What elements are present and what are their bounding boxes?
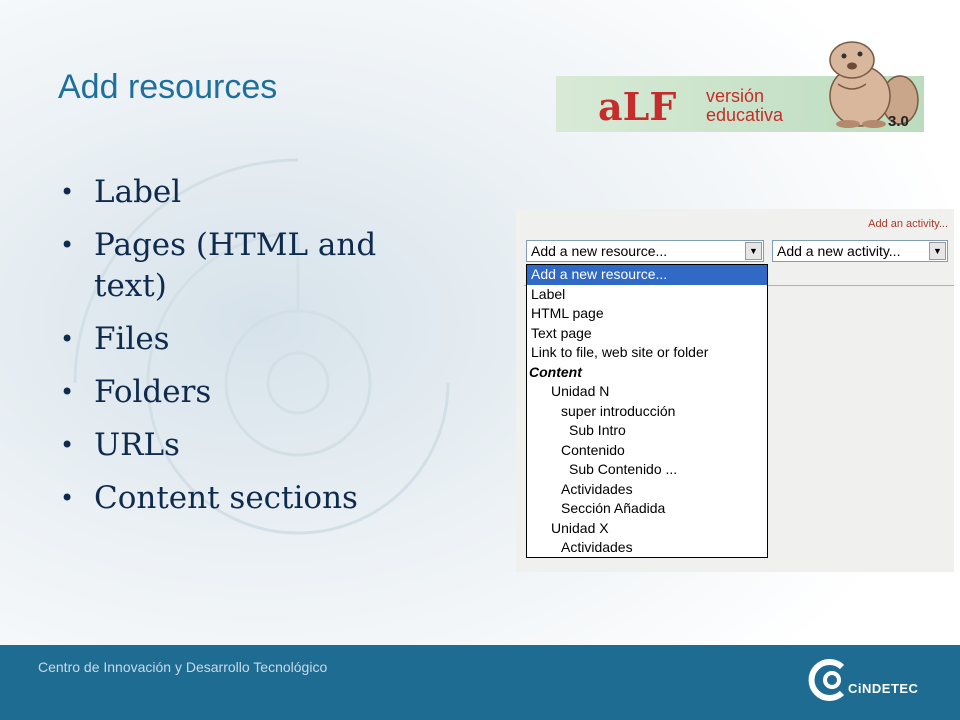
footer-text: Centro de Innovación y Desarrollo Tecnol… <box>38 659 328 675</box>
moodle-screenshot: Add an activity... Add a new resource...… <box>516 209 954 572</box>
resource-dropdown-list: Add a new resource... Label HTML page Text … <box>526 264 768 558</box>
bullet-text: Content sections <box>94 480 358 516</box>
alf-logo: aLF versión educativa 3.0 <box>556 38 924 132</box>
bullet-text: URLs <box>94 427 180 463</box>
logo-line-1: versión <box>706 86 765 106</box>
bullet-item: • Files <box>58 319 458 360</box>
chevron-down-icon[interactable]: ▼ <box>745 242 762 260</box>
dropdown-option[interactable]: Unidad X <box>527 519 767 539</box>
cindetec-logo-icon <box>808 659 845 701</box>
dropdown-option[interactable]: Sub Contenido ... <box>527 460 767 480</box>
resource-select-value: Add a new resource... <box>531 243 668 259</box>
dropdown-option[interactable]: Content <box>527 363 767 383</box>
resource-select[interactable]: Add a new resource... ▼ <box>526 240 764 262</box>
bullet-text: Folders <box>94 374 212 410</box>
bullet-text: Label <box>94 174 182 210</box>
bullet-dot: • <box>60 484 75 512</box>
dropdown-option[interactable]: Text page <box>527 324 767 344</box>
add-activity-link[interactable]: Add an activity... <box>868 218 948 230</box>
dropdown-option[interactable]: Unidad N <box>527 382 767 402</box>
logo-version: 3.0 <box>888 113 909 130</box>
logo-line-2: educativa <box>706 105 784 125</box>
bullet-item: • URLs <box>58 425 458 466</box>
bullet-dot: • <box>60 378 75 406</box>
dropdown-option[interactable]: Contenido <box>527 441 767 461</box>
bullet-item: • Label <box>58 172 458 213</box>
dropdown-option[interactable]: Actividades <box>527 538 767 558</box>
bullet-item: • Content sections <box>58 478 458 519</box>
dropdown-option[interactable]: Label <box>527 285 767 305</box>
logo-name: aLF <box>598 84 677 129</box>
dropdown-option[interactable]: Link to file, web site or folder <box>527 343 767 363</box>
bullet-item: • Folders <box>58 372 458 413</box>
bullet-dot: • <box>60 231 75 259</box>
dropdown-option[interactable]: Actividades <box>527 480 767 500</box>
dropdown-option[interactable]: Sección Añadida <box>527 499 767 519</box>
activity-select[interactable]: Add a new activity... ▼ <box>772 240 948 262</box>
activity-select-value: Add a new activity... <box>777 243 901 259</box>
footer-brand: CiNDETEC <box>848 681 919 696</box>
bullet-text: Pages (HTML and text) <box>94 227 377 304</box>
dropdown-option[interactable]: super introducción <box>527 402 767 422</box>
bullet-text: Files <box>94 321 170 357</box>
chevron-down-icon[interactable]: ▼ <box>929 242 946 260</box>
slide-title: Add resources <box>58 68 278 106</box>
dropdown-option[interactable]: HTML page <box>527 304 767 324</box>
bullet-list: • Label • Pages (HTML and text) • Files • Fo… <box>58 172 458 531</box>
dropdown-option[interactable]: Sub Intro <box>527 421 767 441</box>
footer-bar: Centro de Innovación y Desarrollo Tecnol… <box>0 645 960 720</box>
bullet-dot: • <box>60 178 75 206</box>
bullet-dot: • <box>60 431 75 459</box>
bullet-item: • Pages (HTML and text) <box>58 225 458 307</box>
bullet-dot: • <box>60 325 75 353</box>
dropdown-option[interactable]: Add a new resource... <box>527 265 767 285</box>
